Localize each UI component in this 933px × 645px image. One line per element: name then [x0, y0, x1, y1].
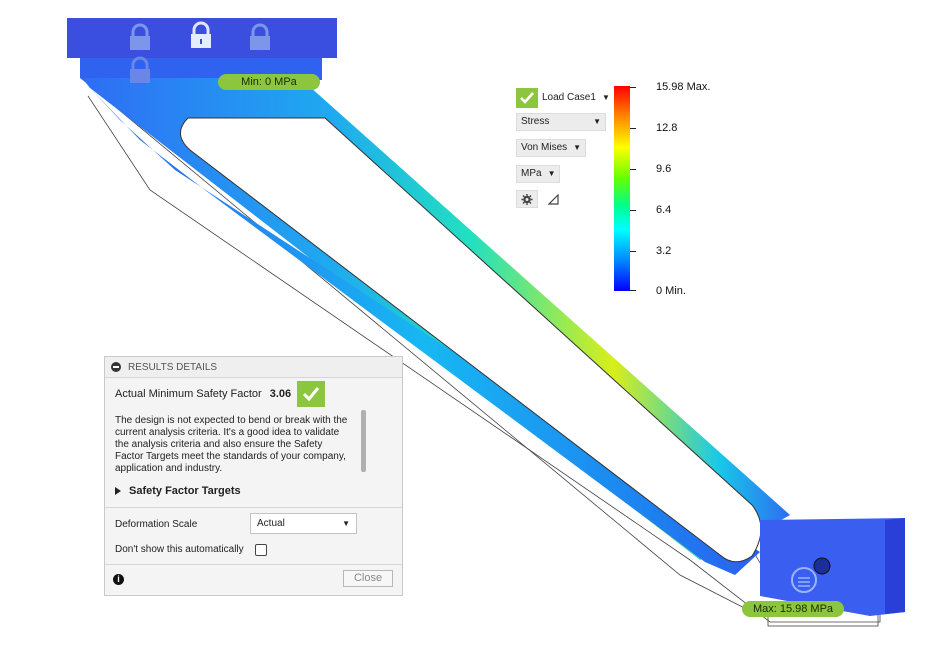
- check-icon[interactable]: [516, 88, 538, 108]
- scale-label: 12.8: [656, 122, 678, 134]
- dont-show-label: Don't show this automatically: [115, 544, 244, 555]
- results-details-panel: RESULTS DETAILS Actual Minimum Safety Fa…: [104, 356, 403, 596]
- deformation-scale-label: Deformation Scale: [115, 519, 198, 530]
- gear-icon[interactable]: [516, 190, 538, 208]
- scale-tick: [630, 128, 636, 129]
- deformation-scale-select[interactable]: Actual ▼: [250, 513, 357, 534]
- foot-face: [885, 518, 905, 614]
- scale-tick: [630, 210, 636, 211]
- close-button[interactable]: Close: [343, 570, 393, 587]
- safety-factor-label: Actual Minimum Safety Factor: [115, 388, 262, 400]
- stress-component-dropdown[interactable]: Von Mises ▼: [516, 139, 587, 157]
- chevron-down-icon: ▼: [573, 143, 582, 152]
- scale-label: 6.4: [656, 204, 672, 216]
- load-case-value: Load Case1: [542, 92, 596, 103]
- safety-description: The design is not expected to bend or br…: [115, 415, 348, 474]
- result-type-value: Stress: [521, 116, 550, 127]
- min-stress-label: Min: 0 MPa: [218, 74, 320, 90]
- caret-right-icon: [115, 487, 121, 495]
- description-scrollbar[interactable]: [361, 410, 366, 472]
- scale-label: 3.2: [656, 245, 672, 257]
- safety-factor-row: Actual Minimum Safety Factor 3.06: [115, 381, 326, 407]
- units-dropdown[interactable]: MPa ▼: [516, 165, 561, 183]
- chevron-down-icon: ▼: [547, 169, 556, 178]
- load-case-row: Load Case1 ▼: [516, 87, 611, 109]
- scale-label-max: 15.98 Max.: [656, 81, 711, 93]
- results-details-title: RESULTS DETAILS: [128, 361, 218, 373]
- result-legend-panel: Load Case1 ▼ Stress ▼ Von Mises ▼ MPa ▼: [516, 87, 611, 208]
- load-case-dropdown[interactable]: Load Case1 ▼: [542, 89, 610, 107]
- chevron-down-icon: ▼: [593, 117, 601, 126]
- foot-hole: [813, 557, 831, 575]
- safety-factor-value: 3.06: [269, 388, 292, 400]
- stress-component-value: Von Mises: [521, 142, 568, 153]
- result-type-dropdown[interactable]: Stress ▼: [516, 113, 606, 131]
- deformation-scale-value: Actual: [257, 518, 285, 529]
- triangle-icon[interactable]: [542, 190, 564, 208]
- info-icon[interactable]: i: [113, 574, 124, 585]
- stress-color-scale: [614, 86, 630, 291]
- check-icon: [297, 381, 326, 407]
- chevron-down-icon: ▼: [342, 519, 350, 528]
- max-stress-label: Max: 15.98 MPa: [742, 601, 844, 617]
- safety-factor-targets-label: Safety Factor Targets: [129, 485, 241, 497]
- units-value: MPa: [521, 168, 542, 179]
- scale-tick: [630, 87, 636, 88]
- scale-tick: [630, 290, 636, 291]
- scale-label-min: 0 Min.: [656, 285, 686, 297]
- divider: [105, 564, 402, 565]
- collapse-icon[interactable]: [111, 362, 121, 372]
- scale-tick: [630, 169, 636, 170]
- safety-factor-targets-toggle[interactable]: Safety Factor Targets: [115, 485, 241, 497]
- chevron-down-icon: ▼: [601, 93, 610, 102]
- scale-tick: [630, 251, 636, 252]
- divider: [105, 507, 402, 508]
- scale-label: 9.6: [656, 163, 672, 175]
- dont-show-checkbox[interactable]: [255, 544, 267, 556]
- results-details-header[interactable]: RESULTS DETAILS: [105, 357, 402, 378]
